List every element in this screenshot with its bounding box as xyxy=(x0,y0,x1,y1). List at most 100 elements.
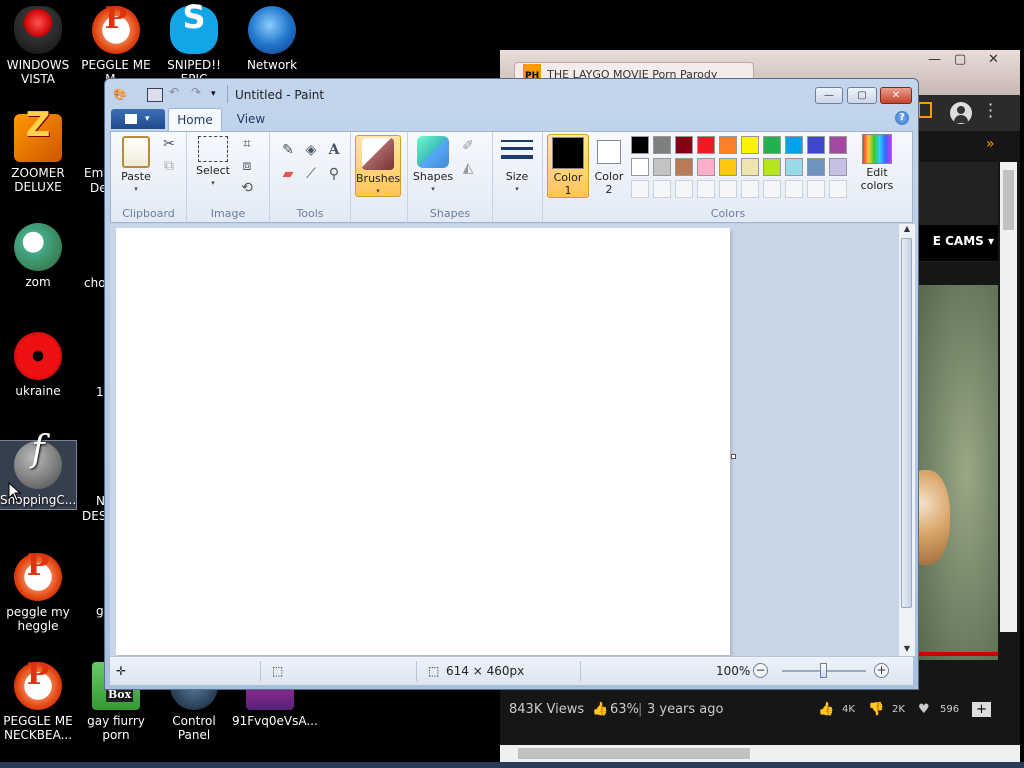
resize-icon[interactable]: ⧈ xyxy=(237,156,257,176)
color-swatch[interactable] xyxy=(697,136,715,154)
undo-icon[interactable]: ↶ xyxy=(169,85,183,99)
eraser-icon[interactable]: ▰ xyxy=(278,164,298,184)
rotate-icon[interactable]: ⟲ xyxy=(237,178,257,198)
scroll-up-icon[interactable]: ▲ xyxy=(899,224,915,236)
fill-bucket-icon[interactable]: ◈ xyxy=(301,140,321,160)
rating-percent: 63% xyxy=(610,702,639,717)
color-swatch[interactable] xyxy=(763,136,781,154)
canvas-resize-handle[interactable] xyxy=(731,454,736,459)
chevron-right-icon[interactable]: » xyxy=(986,136,995,152)
custom-color-slot[interactable] xyxy=(741,180,759,198)
browser-horizontal-scrollbar[interactable] xyxy=(500,745,1020,762)
cut-icon[interactable]: ✂ xyxy=(159,134,179,154)
desktop-icon-peggle-neckbeard[interactable]: PEGGLE ME NECKBEA... xyxy=(0,662,76,742)
copy-icon[interactable]: ⧉ xyxy=(159,156,179,176)
color-picker-icon[interactable]: ⟋ xyxy=(301,164,321,184)
desktop-icon-zoomer[interactable]: ZOOMER DELUXE xyxy=(0,114,76,194)
color-swatch[interactable] xyxy=(675,158,693,176)
save-icon[interactable] xyxy=(147,88,163,102)
select-button[interactable]: Select ▾ xyxy=(193,136,233,190)
zoom-in-button[interactable]: + xyxy=(874,663,889,678)
outline-icon[interactable]: ✐ xyxy=(458,136,478,156)
vertical-scrollbar[interactable]: ▲ ▼ xyxy=(898,224,915,656)
color-swatch[interactable] xyxy=(653,158,671,176)
shapes-button[interactable]: Shapes ▾ xyxy=(412,136,454,196)
more-menu-icon[interactable]: · · · xyxy=(988,97,994,125)
bookmark-icon[interactable] xyxy=(918,102,932,118)
custom-color-slot[interactable] xyxy=(763,180,781,198)
dislike-count: 2K xyxy=(892,704,905,715)
desktop-icon-ukraine[interactable]: ukraine xyxy=(0,332,76,398)
color-swatch[interactable] xyxy=(675,136,693,154)
brush-icon xyxy=(362,138,394,170)
browser-vertical-scrollbar[interactable] xyxy=(1000,162,1017,632)
tab-home[interactable]: Home xyxy=(168,108,222,132)
color-swatch[interactable] xyxy=(785,136,803,154)
magnifier-icon[interactable]: ⚲ xyxy=(324,164,344,184)
custom-color-slot[interactable] xyxy=(719,180,737,198)
color-swatch[interactable] xyxy=(653,136,671,154)
tab-view[interactable]: View xyxy=(226,108,276,131)
color-swatch[interactable] xyxy=(785,158,803,176)
desktop-icon-label: gay fiurry porn xyxy=(87,714,145,742)
desktop-icon-label: zom xyxy=(25,275,51,289)
drawing-canvas[interactable] xyxy=(116,228,730,655)
scroll-down-icon[interactable]: ▼ xyxy=(899,644,915,656)
edit-colors-button[interactable]: Edit colors xyxy=(855,134,899,192)
desktop-icon-zom[interactable]: zom xyxy=(0,223,76,289)
redo-icon[interactable]: ↷ xyxy=(191,85,205,99)
custom-color-slot[interactable] xyxy=(807,180,825,198)
color-swatch[interactable] xyxy=(719,158,737,176)
zoom-slider-knob[interactable] xyxy=(820,663,827,678)
minimize-button[interactable]: — xyxy=(815,87,843,104)
help-icon[interactable]: ? xyxy=(895,111,909,125)
maximize-button[interactable]: ▢ xyxy=(847,87,877,104)
heart-icon[interactable]: ♥ xyxy=(918,702,930,717)
color-swatch[interactable] xyxy=(631,158,649,176)
like-icon[interactable]: 👍 xyxy=(818,702,834,717)
color1-button[interactable]: Color 1 xyxy=(547,134,589,198)
paste-button[interactable]: Paste ▾ xyxy=(117,136,155,196)
desktop-icon-skype[interactable]: SNIPED!! EPIC xyxy=(156,6,232,86)
account-icon[interactable] xyxy=(950,102,972,124)
custom-color-slot[interactable] xyxy=(675,180,693,198)
pencil-icon[interactable]: ✎ xyxy=(278,140,298,160)
color-swatch[interactable] xyxy=(807,136,825,154)
zoom-slider[interactable] xyxy=(782,663,866,678)
crop-icon[interactable]: ⌗ xyxy=(237,134,257,154)
color-swatch[interactable] xyxy=(719,136,737,154)
scroll-thumb[interactable] xyxy=(901,238,912,608)
desktop-icon-windows-vista[interactable]: WINDOWS VISTA xyxy=(0,6,76,86)
maximize-icon[interactable]: ▢ xyxy=(954,52,966,67)
color-swatch[interactable] xyxy=(741,136,759,154)
cams-menu[interactable]: E CAMS ▾ xyxy=(918,225,998,261)
custom-color-slot[interactable] xyxy=(631,180,649,198)
custom-color-slot[interactable] xyxy=(697,180,715,198)
desktop-icon-network[interactable]: Network xyxy=(234,6,310,72)
color-swatch[interactable] xyxy=(697,158,715,176)
zoom-out-button[interactable]: − xyxy=(753,663,768,678)
close-button[interactable]: ✕ xyxy=(880,87,912,104)
custom-color-slot[interactable] xyxy=(829,180,847,198)
brushes-button[interactable]: Brushes ▾ xyxy=(355,135,401,197)
custom-color-slot[interactable] xyxy=(653,180,671,198)
color-swatch[interactable] xyxy=(741,158,759,176)
minimize-icon[interactable]: — xyxy=(928,52,941,67)
color-swatch[interactable] xyxy=(807,158,825,176)
dislike-icon[interactable]: 👎 xyxy=(868,702,884,717)
size-button[interactable]: Size ▾ xyxy=(497,136,537,196)
color-swatch[interactable] xyxy=(631,136,649,154)
desktop-icon-peggle-my-heggle[interactable]: peggle my heggle xyxy=(0,553,76,633)
paint-menu-button[interactable]: ▾ xyxy=(111,109,165,129)
close-icon[interactable]: ✕ xyxy=(988,52,999,67)
color-swatch[interactable] xyxy=(829,136,847,154)
customize-quick-access-icon[interactable]: ▾ xyxy=(211,89,225,101)
desktop-icon-peggle[interactable]: PEGGLE ME M... xyxy=(78,6,154,86)
color-swatch[interactable] xyxy=(763,158,781,176)
text-tool-icon[interactable]: A xyxy=(324,140,344,160)
fill-icon[interactable]: ◭ xyxy=(458,158,478,178)
custom-color-slot[interactable] xyxy=(785,180,803,198)
add-button[interactable]: + xyxy=(972,702,991,717)
color2-button[interactable]: Color 2 xyxy=(591,134,627,196)
color-swatch[interactable] xyxy=(829,158,847,176)
